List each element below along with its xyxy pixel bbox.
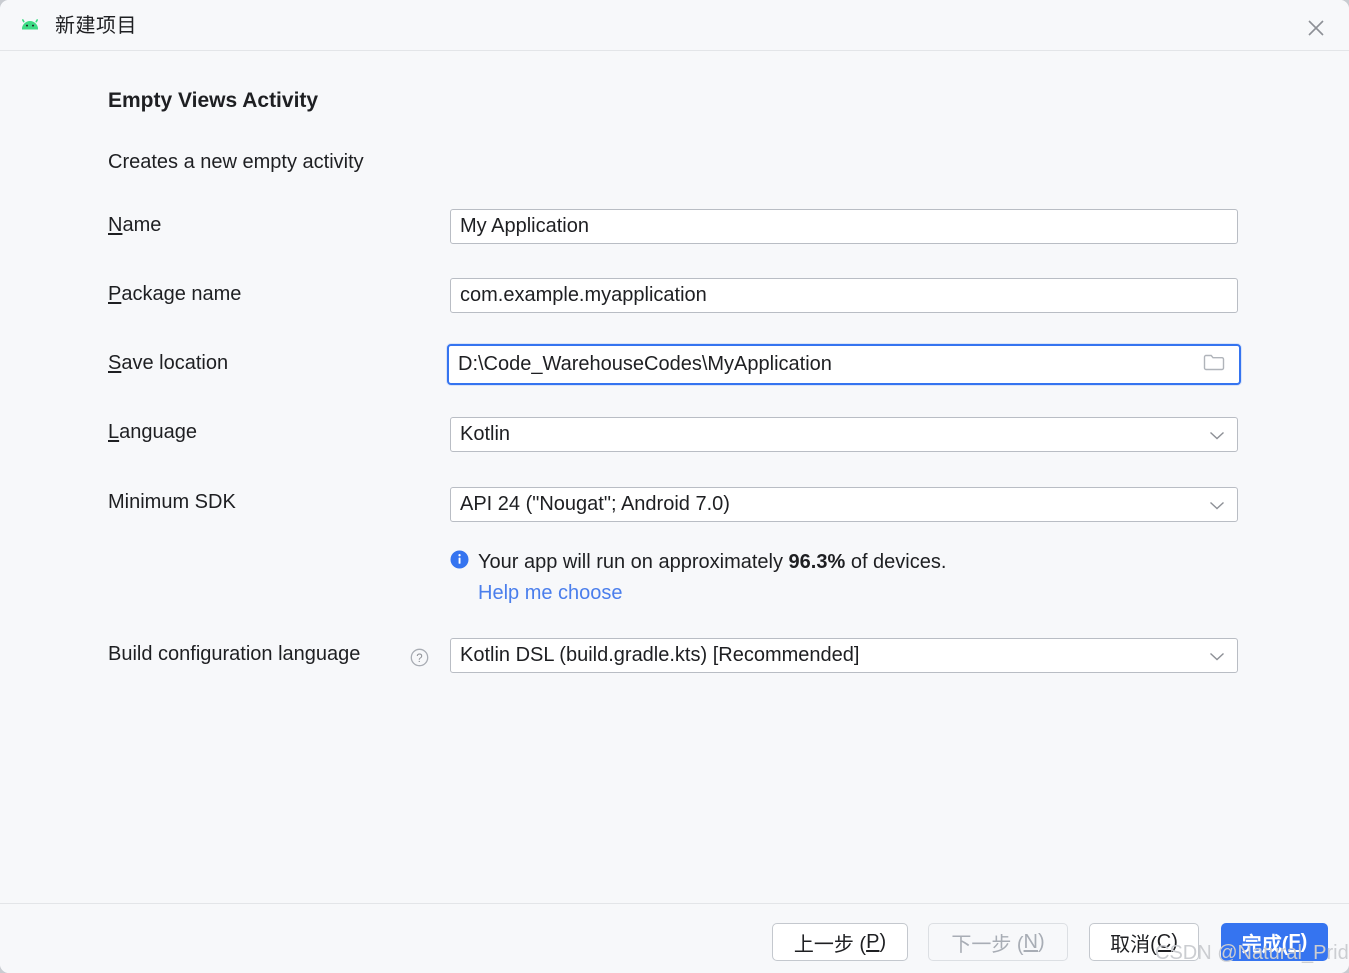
label-package-name-mnemonic: P: [108, 283, 122, 305]
package-name-input[interactable]: com.example.myapplication: [450, 278, 1238, 313]
help-me-choose-link[interactable]: Help me choose: [478, 582, 623, 605]
finish-button-tail: ): [1300, 930, 1308, 953]
save-location-input[interactable]: D:\Code_WarehouseCodes\MyApplication: [447, 344, 1241, 385]
label-language-rest: anguage: [119, 421, 197, 443]
label-build-configuration-language: Build configuration language: [108, 643, 361, 665]
build-configuration-language-select-value: Kotlin DSL (build.gradle.kts) [Recommend…: [460, 644, 860, 666]
minimum-sdk-select-value: API 24 ("Nougat"; Android 7.0): [460, 493, 730, 515]
label-package-name: Package name: [108, 283, 241, 306]
previous-button-tail: ): [879, 930, 887, 953]
chevron-down-icon: [1209, 644, 1225, 667]
dialog-content: Empty Views Activity Creates a new empty…: [0, 51, 1349, 903]
sdk-coverage-text: Your app will run on approximately 96.3%…: [478, 551, 946, 574]
name-input-value: My Application: [460, 215, 589, 237]
next-button-mnemonic: N: [1023, 930, 1038, 953]
minimum-sdk-select[interactable]: API 24 ("Nougat"; Android 7.0): [450, 487, 1238, 522]
info-icon: [450, 550, 469, 574]
new-project-dialog: 新建项目 Empty Views Activity Creates a new …: [0, 0, 1349, 973]
finish-button-mnemonic: F: [1288, 930, 1301, 953]
label-minimum-sdk: Minimum SDK: [108, 491, 236, 513]
label-save-location-mnemonic: S: [108, 352, 122, 374]
label-name: Name: [108, 214, 161, 237]
label-save-location-rest: ave location: [121, 352, 229, 374]
language-select-value: Kotlin: [460, 423, 511, 445]
page-title: Empty Views Activity: [108, 89, 319, 112]
sdk-coverage-text-before: Your app will run on approximately: [478, 550, 789, 573]
chevron-down-icon: [1209, 493, 1225, 516]
previous-button-label: 上一步 (: [793, 933, 867, 956]
finish-button-label: 完成(: [1241, 933, 1289, 956]
android-robot-icon: [20, 18, 40, 33]
sdk-coverage-text-after: of devices.: [845, 550, 947, 573]
page-description: Creates a new empty activity: [108, 151, 364, 173]
dialog-titlebar: 新建项目: [0, 0, 1349, 51]
cancel-button-tail: ): [1171, 930, 1178, 953]
language-select[interactable]: Kotlin: [450, 417, 1238, 452]
save-location-input-value: D:\Code_WarehouseCodes\MyApplication: [458, 353, 832, 375]
dialog-footer: 上一步 (P) 下一步 (N) 取消(C) 完成(F): [0, 903, 1349, 973]
label-language: Language: [108, 421, 197, 444]
cancel-button[interactable]: 取消(C): [1089, 923, 1199, 961]
dialog-title: 新建项目: [55, 15, 137, 37]
previous-button-mnemonic: P: [866, 930, 880, 953]
label-save-location: Save location: [108, 352, 228, 375]
package-name-input-value: com.example.myapplication: [460, 284, 707, 306]
finish-button[interactable]: 完成(F): [1221, 923, 1328, 961]
cancel-button-label: 取消(: [1110, 933, 1157, 956]
build-configuration-language-select[interactable]: Kotlin DSL (build.gradle.kts) [Recommend…: [450, 638, 1238, 673]
chevron-down-icon: [1209, 423, 1225, 446]
label-package-name-rest: ackage name: [121, 283, 242, 305]
sdk-coverage-percent: 96.3%: [788, 550, 846, 573]
label-name-rest: ame: [122, 214, 162, 236]
previous-button[interactable]: 上一步 (P): [772, 923, 908, 961]
next-button[interactable]: 下一步 (N): [928, 923, 1068, 961]
close-button[interactable]: [1293, 11, 1339, 41]
name-input[interactable]: My Application: [450, 209, 1238, 244]
label-language-mnemonic: L: [108, 421, 120, 443]
cancel-button-mnemonic: C: [1156, 930, 1172, 953]
sdk-coverage-info: Your app will run on approximately 96.3%…: [450, 549, 1150, 575]
next-button-tail: ): [1038, 930, 1045, 953]
label-name-mnemonic: N: [108, 214, 123, 236]
question-mark-icon[interactable]: ?: [409, 647, 430, 673]
svg-text:?: ?: [416, 653, 422, 665]
folder-icon[interactable]: [1203, 352, 1225, 377]
next-button-label: 下一步 (: [951, 933, 1024, 956]
